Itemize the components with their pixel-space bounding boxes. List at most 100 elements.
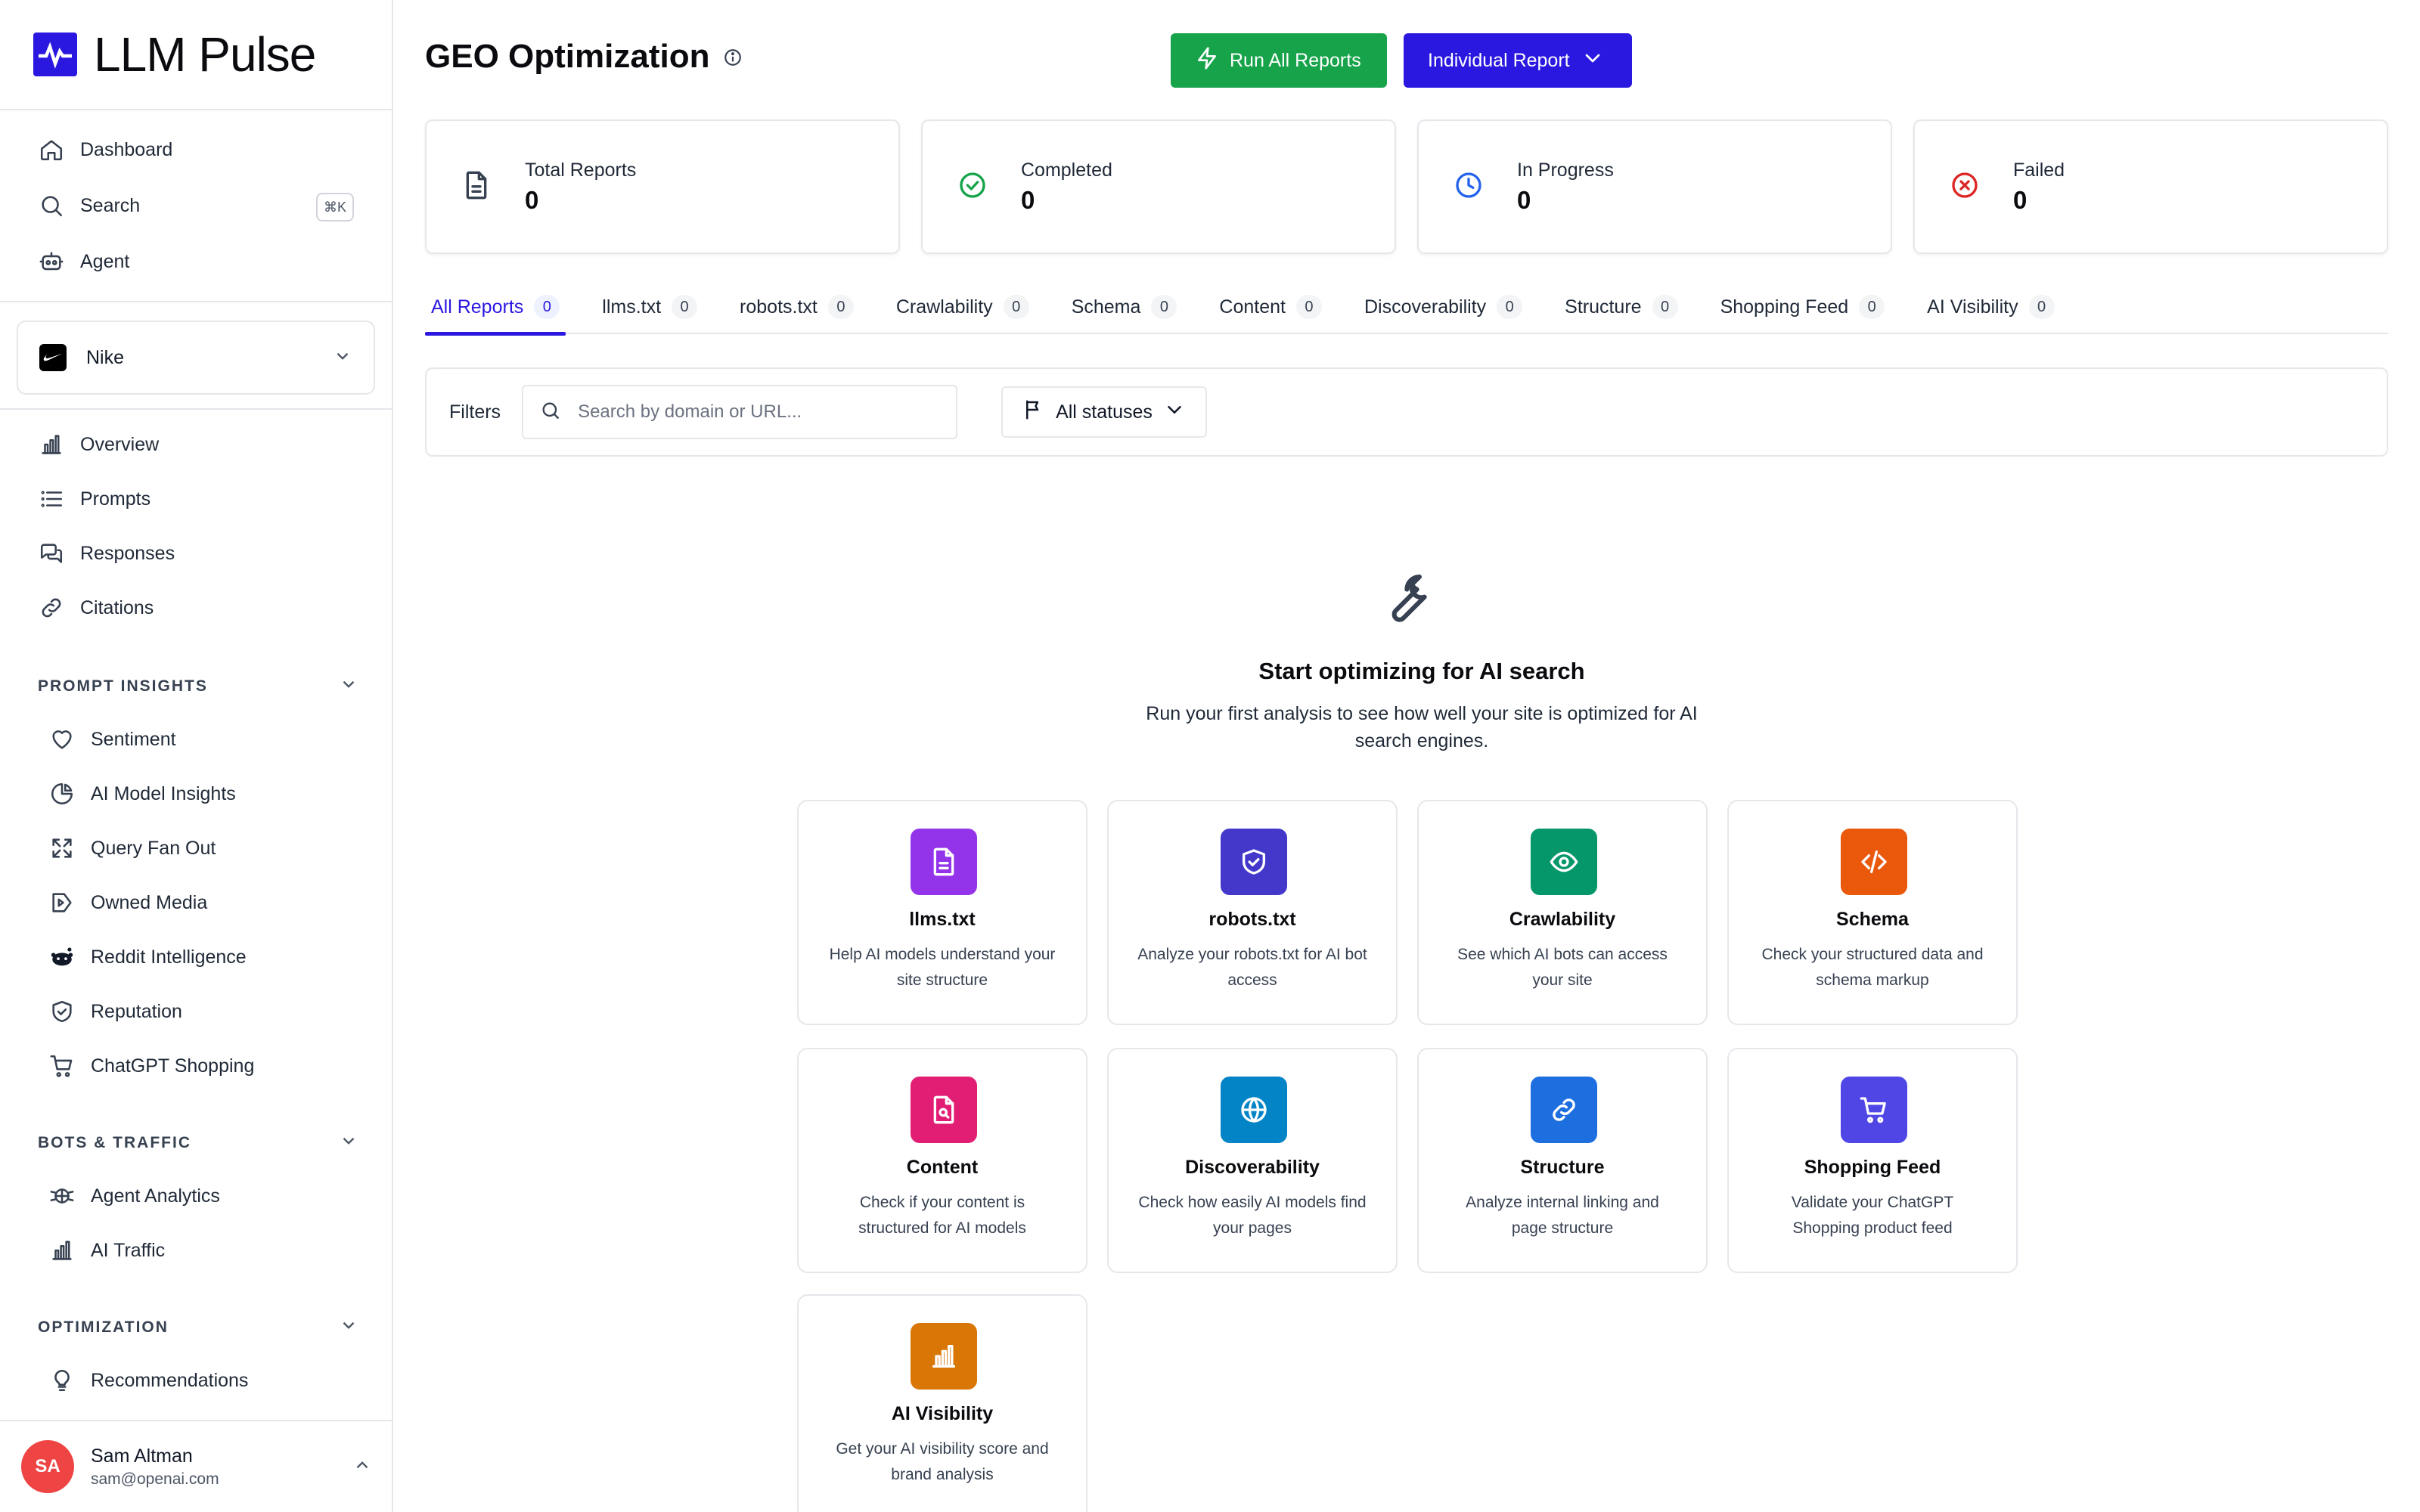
pulse-logo-icon — [33, 33, 77, 76]
chevron-down-icon — [1163, 398, 1186, 426]
report-card-shopping-feed[interactable]: Shopping Feed Validate your ChatGPT Shop… — [1727, 1048, 2018, 1273]
stat-value: 0 — [1517, 185, 1531, 214]
tab-count-badge: 0 — [534, 295, 560, 319]
user-menu[interactable]: SA Sam Altman sam@openai.com — [0, 1420, 393, 1512]
nav-item-label: Query Fan Out — [91, 837, 216, 859]
nav-overview[interactable]: Overview — [38, 423, 159, 466]
tab-all-reports[interactable]: All Reports 0 — [425, 280, 566, 336]
play-tag-icon — [48, 889, 76, 916]
tab-label: robots.txt — [740, 296, 818, 318]
nav-sentiment[interactable]: Sentiment — [48, 718, 176, 761]
nav-search[interactable]: Search — [38, 184, 140, 227]
nav-reddit-intelligence[interactable]: Reddit Intelligence — [48, 936, 247, 978]
report-card-discoverability[interactable]: Discoverability Check how easily AI mode… — [1107, 1048, 1398, 1273]
report-card-robots-txt[interactable]: robots.txt Analyze your robots.txt for A… — [1107, 800, 1398, 1025]
tab-shopping-feed[interactable]: Shopping Feed 0 — [1714, 280, 1891, 334]
pie-chart-icon — [48, 780, 76, 807]
card-title: Discoverability — [1185, 1157, 1320, 1178]
nav-recommendations[interactable]: Recommendations — [48, 1359, 248, 1402]
bar-chart-icon — [911, 1323, 977, 1390]
bug-globe-icon — [48, 1182, 76, 1210]
divider — [0, 408, 393, 410]
nav-agent[interactable]: Agent — [38, 240, 129, 283]
search-field[interactable] — [522, 385, 958, 439]
stat-failed: Failed 0 — [1913, 119, 2388, 254]
nav-citations[interactable]: Citations — [38, 587, 154, 629]
nav-agent-analytics[interactable]: Agent Analytics — [48, 1175, 220, 1217]
nav-prompts-label: Prompts — [80, 488, 151, 510]
tab-content[interactable]: Content 0 — [1213, 280, 1328, 334]
report-card-schema[interactable]: Schema Check your structured data and sc… — [1727, 800, 2018, 1025]
nav-item-label: Reputation — [91, 1000, 182, 1022]
nav-item-label: Recommendations — [91, 1369, 249, 1391]
report-card-ai-visibility[interactable]: AI Visibility Get your AI visibility sco… — [797, 1294, 1087, 1512]
cart-icon — [48, 1052, 76, 1080]
tab-label: All Reports — [431, 296, 524, 318]
nav-chatgpt-shopping[interactable]: ChatGPT Shopping — [48, 1045, 254, 1087]
stat-completed: Completed 0 — [921, 119, 1396, 254]
tab-count-badge: 0 — [1497, 295, 1523, 319]
home-icon — [38, 136, 65, 163]
card-description: Help AI models understand your site stru… — [829, 946, 1056, 989]
tab-robots-txt[interactable]: robots.txt 0 — [734, 280, 860, 334]
nav-search-label: Search — [80, 194, 141, 216]
page-title: GEO Optimization — [425, 38, 743, 76]
report-card-content[interactable]: Content Check if your content is structu… — [797, 1048, 1087, 1273]
nav-overview-label: Overview — [80, 433, 160, 455]
nav-prompts[interactable]: Prompts — [38, 478, 150, 520]
eye-icon — [1531, 829, 1597, 895]
run-all-reports-button[interactable]: Run All Reports — [1171, 33, 1387, 88]
section-title: OPTIMIZATION — [38, 1318, 169, 1336]
info-icon[interactable] — [723, 38, 743, 76]
tab-llms-txt[interactable]: llms.txt 0 — [596, 280, 703, 334]
card-description: Analyze internal linking and page struct… — [1466, 1194, 1659, 1237]
stat-label: Completed — [1021, 159, 1112, 181]
tab-crawlability[interactable]: Crawlability 0 — [890, 280, 1035, 334]
tab-count-badge: 0 — [1151, 295, 1177, 319]
report-card-crawlability[interactable]: Crawlability See which AI bots can acces… — [1417, 800, 1708, 1025]
nav-responses-label: Responses — [80, 542, 175, 564]
search-icon — [540, 400, 578, 425]
individual-report-button[interactable]: Individual Report — [1404, 33, 1632, 88]
tab-discoverability[interactable]: Discoverability 0 — [1358, 280, 1528, 334]
shield-check-icon — [48, 998, 76, 1025]
tab-label: Shopping Feed — [1720, 296, 1849, 318]
tab-count-badge: 0 — [1859, 295, 1885, 319]
tab-count-badge: 0 — [1652, 295, 1678, 319]
nav-owned-media[interactable]: Owned Media — [48, 881, 207, 924]
report-card-structure[interactable]: Structure Analyze internal linking and p… — [1417, 1048, 1708, 1273]
status-filter-select[interactable]: All statuses — [1001, 386, 1208, 438]
brand-selector[interactable]: Nike — [17, 321, 375, 395]
x-circle-icon — [1950, 170, 1983, 203]
nav-reputation[interactable]: Reputation — [48, 990, 182, 1033]
nav-dashboard-label: Dashboard — [80, 138, 173, 160]
expand-icon — [48, 835, 76, 862]
tab-ai-visibility[interactable]: AI Visibility 0 — [1921, 280, 2060, 334]
search-input[interactable] — [578, 401, 940, 423]
app-logo[interactable]: LLM Pulse — [33, 27, 316, 82]
section-optimization[interactable]: OPTIMIZATION — [38, 1315, 358, 1340]
nav-responses[interactable]: Responses — [38, 532, 175, 575]
section-prompt-insights[interactable]: PROMPT INSIGHTS — [38, 674, 358, 699]
bar-chart-icon — [38, 431, 65, 458]
tab-label: Discoverability — [1364, 296, 1487, 318]
card-description: Validate your ChatGPT Shopping product f… — [1791, 1194, 1954, 1237]
section-bots-traffic[interactable]: BOTS & TRAFFIC — [38, 1131, 358, 1155]
nav-ai-traffic[interactable]: AI Traffic — [48, 1229, 165, 1272]
nav-query-fan-out[interactable]: Query Fan Out — [48, 827, 216, 869]
stat-value: 0 — [525, 185, 539, 214]
nav-dashboard[interactable]: Dashboard — [38, 129, 172, 171]
user-name: Sam Altman — [91, 1445, 193, 1467]
tab-label: Schema — [1071, 296, 1141, 318]
tab-label: Structure — [1565, 296, 1642, 318]
nav-citations-label: Citations — [80, 596, 154, 618]
card-description: See which AI bots can access your site — [1457, 946, 1668, 989]
nav-ai-model-insights[interactable]: AI Model Insights — [48, 773, 236, 815]
file-text-icon — [911, 829, 977, 895]
card-title: AI Visibility — [891, 1403, 994, 1424]
tab-label: Crawlability — [895, 296, 993, 318]
card-title: Content — [906, 1157, 979, 1178]
tab-structure[interactable]: Structure 0 — [1559, 280, 1683, 334]
tab-schema[interactable]: Schema 0 — [1066, 280, 1184, 334]
report-card-llms-txt[interactable]: llms.txt Help AI models understand your … — [797, 800, 1087, 1025]
